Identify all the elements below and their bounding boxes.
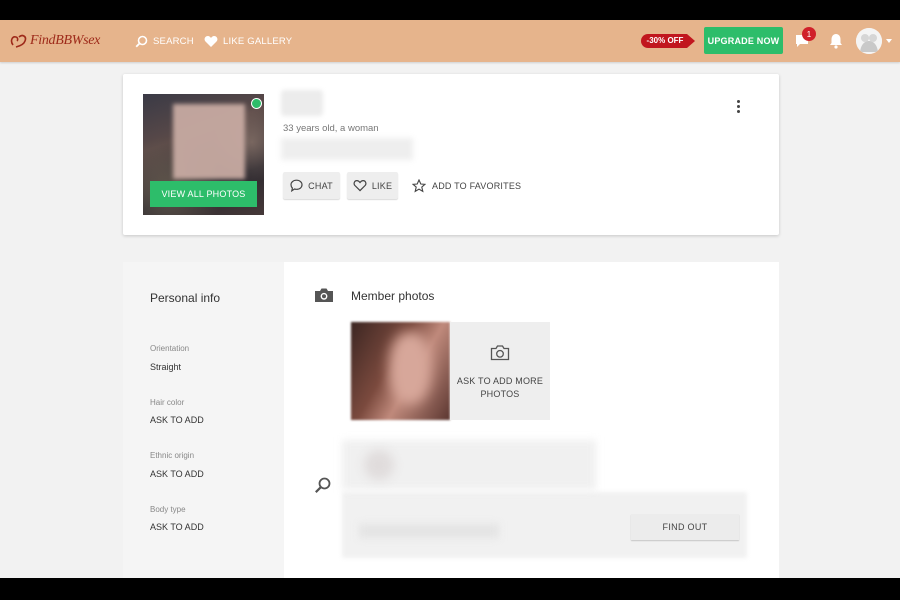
nav-search[interactable]: SEARCH: [135, 33, 194, 49]
personal-info-title: Personal info: [150, 291, 221, 305]
chat-button-label: CHAT: [308, 180, 333, 191]
logo-heart-icon: [10, 34, 27, 48]
chat-button[interactable]: CHAT: [283, 172, 340, 199]
page-viewport: FindBBWsex SEARCH LIKE GALLERY -30% OFF …: [0, 20, 900, 578]
hair-color-label: Hair color: [150, 398, 185, 407]
redacted-match-avatar: [364, 450, 394, 480]
camera-icon: [315, 288, 333, 302]
add-to-favorites-button[interactable]: ADD TO FAVORITES: [412, 178, 521, 194]
profile-name-redacted: [281, 90, 323, 116]
nav-search-label: SEARCH: [153, 35, 194, 47]
user-avatar[interactable]: [856, 28, 882, 54]
logo-text: FindBBWsex: [30, 33, 101, 48]
like-button-label: LIKE: [371, 180, 393, 191]
heart-outline-icon: [353, 179, 367, 192]
profile-card: VIEW ALL PHOTOS 33 years old, a woman CH…: [123, 74, 779, 235]
more-options-icon[interactable]: [733, 100, 743, 116]
like-button[interactable]: LIKE: [347, 172, 398, 199]
chat-outline-icon: [290, 179, 303, 192]
chevron-down-icon[interactable]: [886, 39, 892, 43]
ask-more-photos-button[interactable]: ASK TO ADD MORE PHOTOS: [450, 322, 550, 420]
letterbox-bottom: [0, 578, 900, 600]
ask-more-photos-label: ASK TO ADD MORE PHOTOS: [456, 376, 544, 399]
photo-face-blur: [173, 104, 245, 179]
ethnic-origin-value[interactable]: ASK TO ADD: [150, 469, 204, 479]
star-outline-icon: [412, 179, 426, 193]
upgrade-now-button[interactable]: UPGRADE NOW: [704, 27, 783, 54]
letterbox-top: [0, 0, 900, 20]
discount-badge[interactable]: -30% OFF: [641, 34, 695, 48]
nav-like-gallery[interactable]: LIKE GALLERY: [204, 33, 292, 49]
search-icon: [135, 35, 148, 47]
nav-like-gallery-label: LIKE GALLERY: [223, 35, 293, 47]
body-type-label: Body type: [150, 505, 186, 514]
body-type-value[interactable]: ASK TO ADD: [150, 522, 204, 532]
personal-info-panel: Personal info Orientation Straight Hair …: [123, 262, 284, 578]
notifications-button[interactable]: [829, 33, 843, 54]
chat-unread-badge: 1: [802, 27, 816, 41]
member-content-panel: Member photos ASK TO ADD MORE PHOTOS FIN…: [284, 262, 779, 578]
age-gender-text: 33 years old, a woman: [283, 123, 379, 134]
view-all-photos-button[interactable]: VIEW ALL PHOTOS: [150, 181, 257, 207]
add-to-favorites-label: ADD TO FAVORITES: [432, 181, 522, 191]
ethnic-origin-label: Ethnic origin: [150, 451, 195, 460]
redacted-match-text: [359, 524, 499, 538]
site-logo[interactable]: FindBBWsex: [10, 31, 100, 51]
avatar-silhouette-icon: [856, 28, 882, 54]
hair-color-value[interactable]: ASK TO ADD: [150, 415, 204, 425]
camera-outline-icon: [490, 345, 510, 361]
location-redacted: [281, 138, 413, 160]
orientation-value: Straight: [150, 362, 182, 372]
orientation-label: Orientation: [150, 344, 190, 353]
online-status-indicator: [251, 98, 262, 109]
member-photo-thumbnail[interactable]: [351, 322, 450, 420]
member-photo-blur: [389, 332, 431, 404]
discount-label: -30% OFF: [646, 36, 684, 45]
search-icon: [315, 477, 331, 493]
find-out-button[interactable]: FIND OUT: [631, 514, 739, 540]
top-header: FindBBWsex SEARCH LIKE GALLERY -30% OFF …: [0, 20, 900, 62]
member-photos-title: Member photos: [351, 289, 435, 303]
heart-icon: [204, 35, 218, 47]
bell-icon: [830, 34, 842, 49]
